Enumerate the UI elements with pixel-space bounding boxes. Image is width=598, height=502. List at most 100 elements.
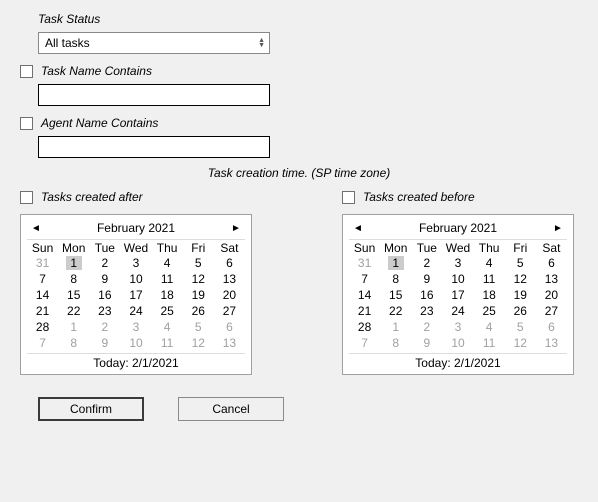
calendar-after-day[interactable]: 28	[27, 319, 58, 335]
calendar-after-day[interactable]: 10	[120, 335, 151, 351]
calendar-before-day[interactable]: 12	[505, 271, 536, 287]
calendar-after-today-link[interactable]: Today: 2/1/2021	[27, 353, 245, 372]
calendar-after-prev-month[interactable]: ◄	[29, 223, 43, 234]
cancel-button[interactable]: Cancel	[178, 397, 284, 421]
calendar-after-day[interactable]: 24	[120, 303, 151, 319]
calendar-before-day[interactable]: 11	[474, 335, 505, 351]
calendar-before-day[interactable]: 9	[411, 335, 442, 351]
calendar-after-day[interactable]: 12	[183, 335, 214, 351]
calendar-before-day[interactable]: 31	[349, 255, 380, 271]
calendar-after-day[interactable]: 8	[58, 271, 89, 287]
calendar-before-day[interactable]: 14	[349, 287, 380, 303]
calendar-before-day[interactable]: 28	[349, 319, 380, 335]
calendar-after-day[interactable]: 31	[27, 255, 58, 271]
calendar-before-day[interactable]: 10	[442, 271, 473, 287]
calendar-after-day[interactable]: 2	[89, 255, 120, 271]
calendar-before-day[interactable]: 4	[474, 255, 505, 271]
calendar-before-today-link[interactable]: Today: 2/1/2021	[349, 353, 567, 372]
calendar-before-day[interactable]: 5	[505, 319, 536, 335]
task-name-contains-checkbox[interactable]	[20, 65, 33, 78]
calendar-after-day[interactable]: 7	[27, 335, 58, 351]
calendar-after-day[interactable]: 2	[89, 319, 120, 335]
calendar-before-day[interactable]: 8	[380, 335, 411, 351]
calendar-after-day[interactable]: 7	[27, 271, 58, 287]
calendar-before-day[interactable]: 15	[380, 287, 411, 303]
calendar-after-day[interactable]: 13	[214, 335, 245, 351]
tasks-created-before-checkbox[interactable]	[342, 191, 355, 204]
calendar-before-day[interactable]: 10	[442, 335, 473, 351]
calendar-after-day[interactable]: 15	[58, 287, 89, 303]
calendar-after-day[interactable]: 1	[58, 255, 89, 271]
calendar-before-next-month[interactable]: ►	[551, 223, 565, 234]
calendar-after[interactable]: ◄February 2021►SunMonTueWedThuFriSat3112…	[20, 214, 252, 375]
calendar-before-day[interactable]: 8	[380, 271, 411, 287]
calendar-before-day[interactable]: 17	[442, 287, 473, 303]
calendar-before[interactable]: ◄February 2021►SunMonTueWedThuFriSat3112…	[342, 214, 574, 375]
calendar-after-day[interactable]: 20	[214, 287, 245, 303]
calendar-after-day[interactable]: 25	[152, 303, 183, 319]
calendar-before-day[interactable]: 7	[349, 271, 380, 287]
calendar-before-day[interactable]: 26	[505, 303, 536, 319]
calendar-after-day[interactable]: 6	[214, 319, 245, 335]
calendar-before-day[interactable]: 3	[442, 255, 473, 271]
calendar-before-day[interactable]: 7	[349, 335, 380, 351]
calendar-after-day[interactable]: 16	[89, 287, 120, 303]
calendar-after-day[interactable]: 19	[183, 287, 214, 303]
calendar-after-day[interactable]: 5	[183, 255, 214, 271]
calendar-after-day[interactable]: 9	[89, 335, 120, 351]
calendar-after-day[interactable]: 6	[214, 255, 245, 271]
calendar-after-day[interactable]: 27	[214, 303, 245, 319]
calendar-before-day[interactable]: 22	[380, 303, 411, 319]
calendar-after-day[interactable]: 9	[89, 271, 120, 287]
calendar-after-day[interactable]: 11	[152, 271, 183, 287]
calendar-after-day[interactable]: 5	[183, 319, 214, 335]
calendar-before-day[interactable]: 5	[505, 255, 536, 271]
calendar-before-prev-month[interactable]: ◄	[351, 223, 365, 234]
calendar-after-day[interactable]: 22	[58, 303, 89, 319]
calendar-before-day[interactable]: 2	[411, 255, 442, 271]
calendar-before-day[interactable]: 4	[474, 319, 505, 335]
calendar-before-day[interactable]: 9	[411, 271, 442, 287]
calendar-after-day[interactable]: 11	[152, 335, 183, 351]
calendar-before-day[interactable]: 24	[442, 303, 473, 319]
calendar-before-day[interactable]: 21	[349, 303, 380, 319]
calendar-before-day[interactable]: 1	[380, 319, 411, 335]
calendar-before-day[interactable]: 13	[536, 335, 567, 351]
agent-name-input[interactable]	[38, 136, 270, 158]
calendar-before-day[interactable]: 16	[411, 287, 442, 303]
tasks-created-after-checkbox[interactable]	[20, 191, 33, 204]
calendar-before-day[interactable]: 27	[536, 303, 567, 319]
confirm-button[interactable]: Confirm	[38, 397, 144, 421]
calendar-after-day[interactable]: 12	[183, 271, 214, 287]
calendar-before-day[interactable]: 20	[536, 287, 567, 303]
calendar-after-day[interactable]: 4	[152, 255, 183, 271]
calendar-after-day[interactable]: 14	[27, 287, 58, 303]
calendar-after-day[interactable]: 8	[58, 335, 89, 351]
calendar-after-day[interactable]: 13	[214, 271, 245, 287]
calendar-after-day[interactable]: 21	[27, 303, 58, 319]
calendar-after-day[interactable]: 17	[120, 287, 151, 303]
calendar-after-day[interactable]: 1	[58, 319, 89, 335]
calendar-after-day[interactable]: 18	[152, 287, 183, 303]
calendar-before-day[interactable]: 1	[380, 255, 411, 271]
calendar-before-day[interactable]: 11	[474, 271, 505, 287]
agent-name-contains-checkbox[interactable]	[20, 117, 33, 130]
calendar-after-day[interactable]: 3	[120, 319, 151, 335]
calendar-before-day[interactable]: 25	[474, 303, 505, 319]
calendar-before-day[interactable]: 6	[536, 319, 567, 335]
calendar-before-day[interactable]: 6	[536, 255, 567, 271]
calendar-after-day[interactable]: 3	[120, 255, 151, 271]
calendar-before-day[interactable]: 12	[505, 335, 536, 351]
calendar-after-day[interactable]: 4	[152, 319, 183, 335]
calendar-before-day[interactable]: 2	[411, 319, 442, 335]
task-name-input[interactable]	[38, 84, 270, 106]
calendar-after-day[interactable]: 26	[183, 303, 214, 319]
task-status-dropdown[interactable]: All tasks ▲▼	[38, 32, 270, 54]
calendar-before-day[interactable]: 23	[411, 303, 442, 319]
calendar-before-day[interactable]: 18	[474, 287, 505, 303]
calendar-before-day[interactable]: 3	[442, 319, 473, 335]
calendar-before-day[interactable]: 19	[505, 287, 536, 303]
calendar-after-next-month[interactable]: ►	[229, 223, 243, 234]
calendar-after-day[interactable]: 23	[89, 303, 120, 319]
calendar-before-day[interactable]: 13	[536, 271, 567, 287]
